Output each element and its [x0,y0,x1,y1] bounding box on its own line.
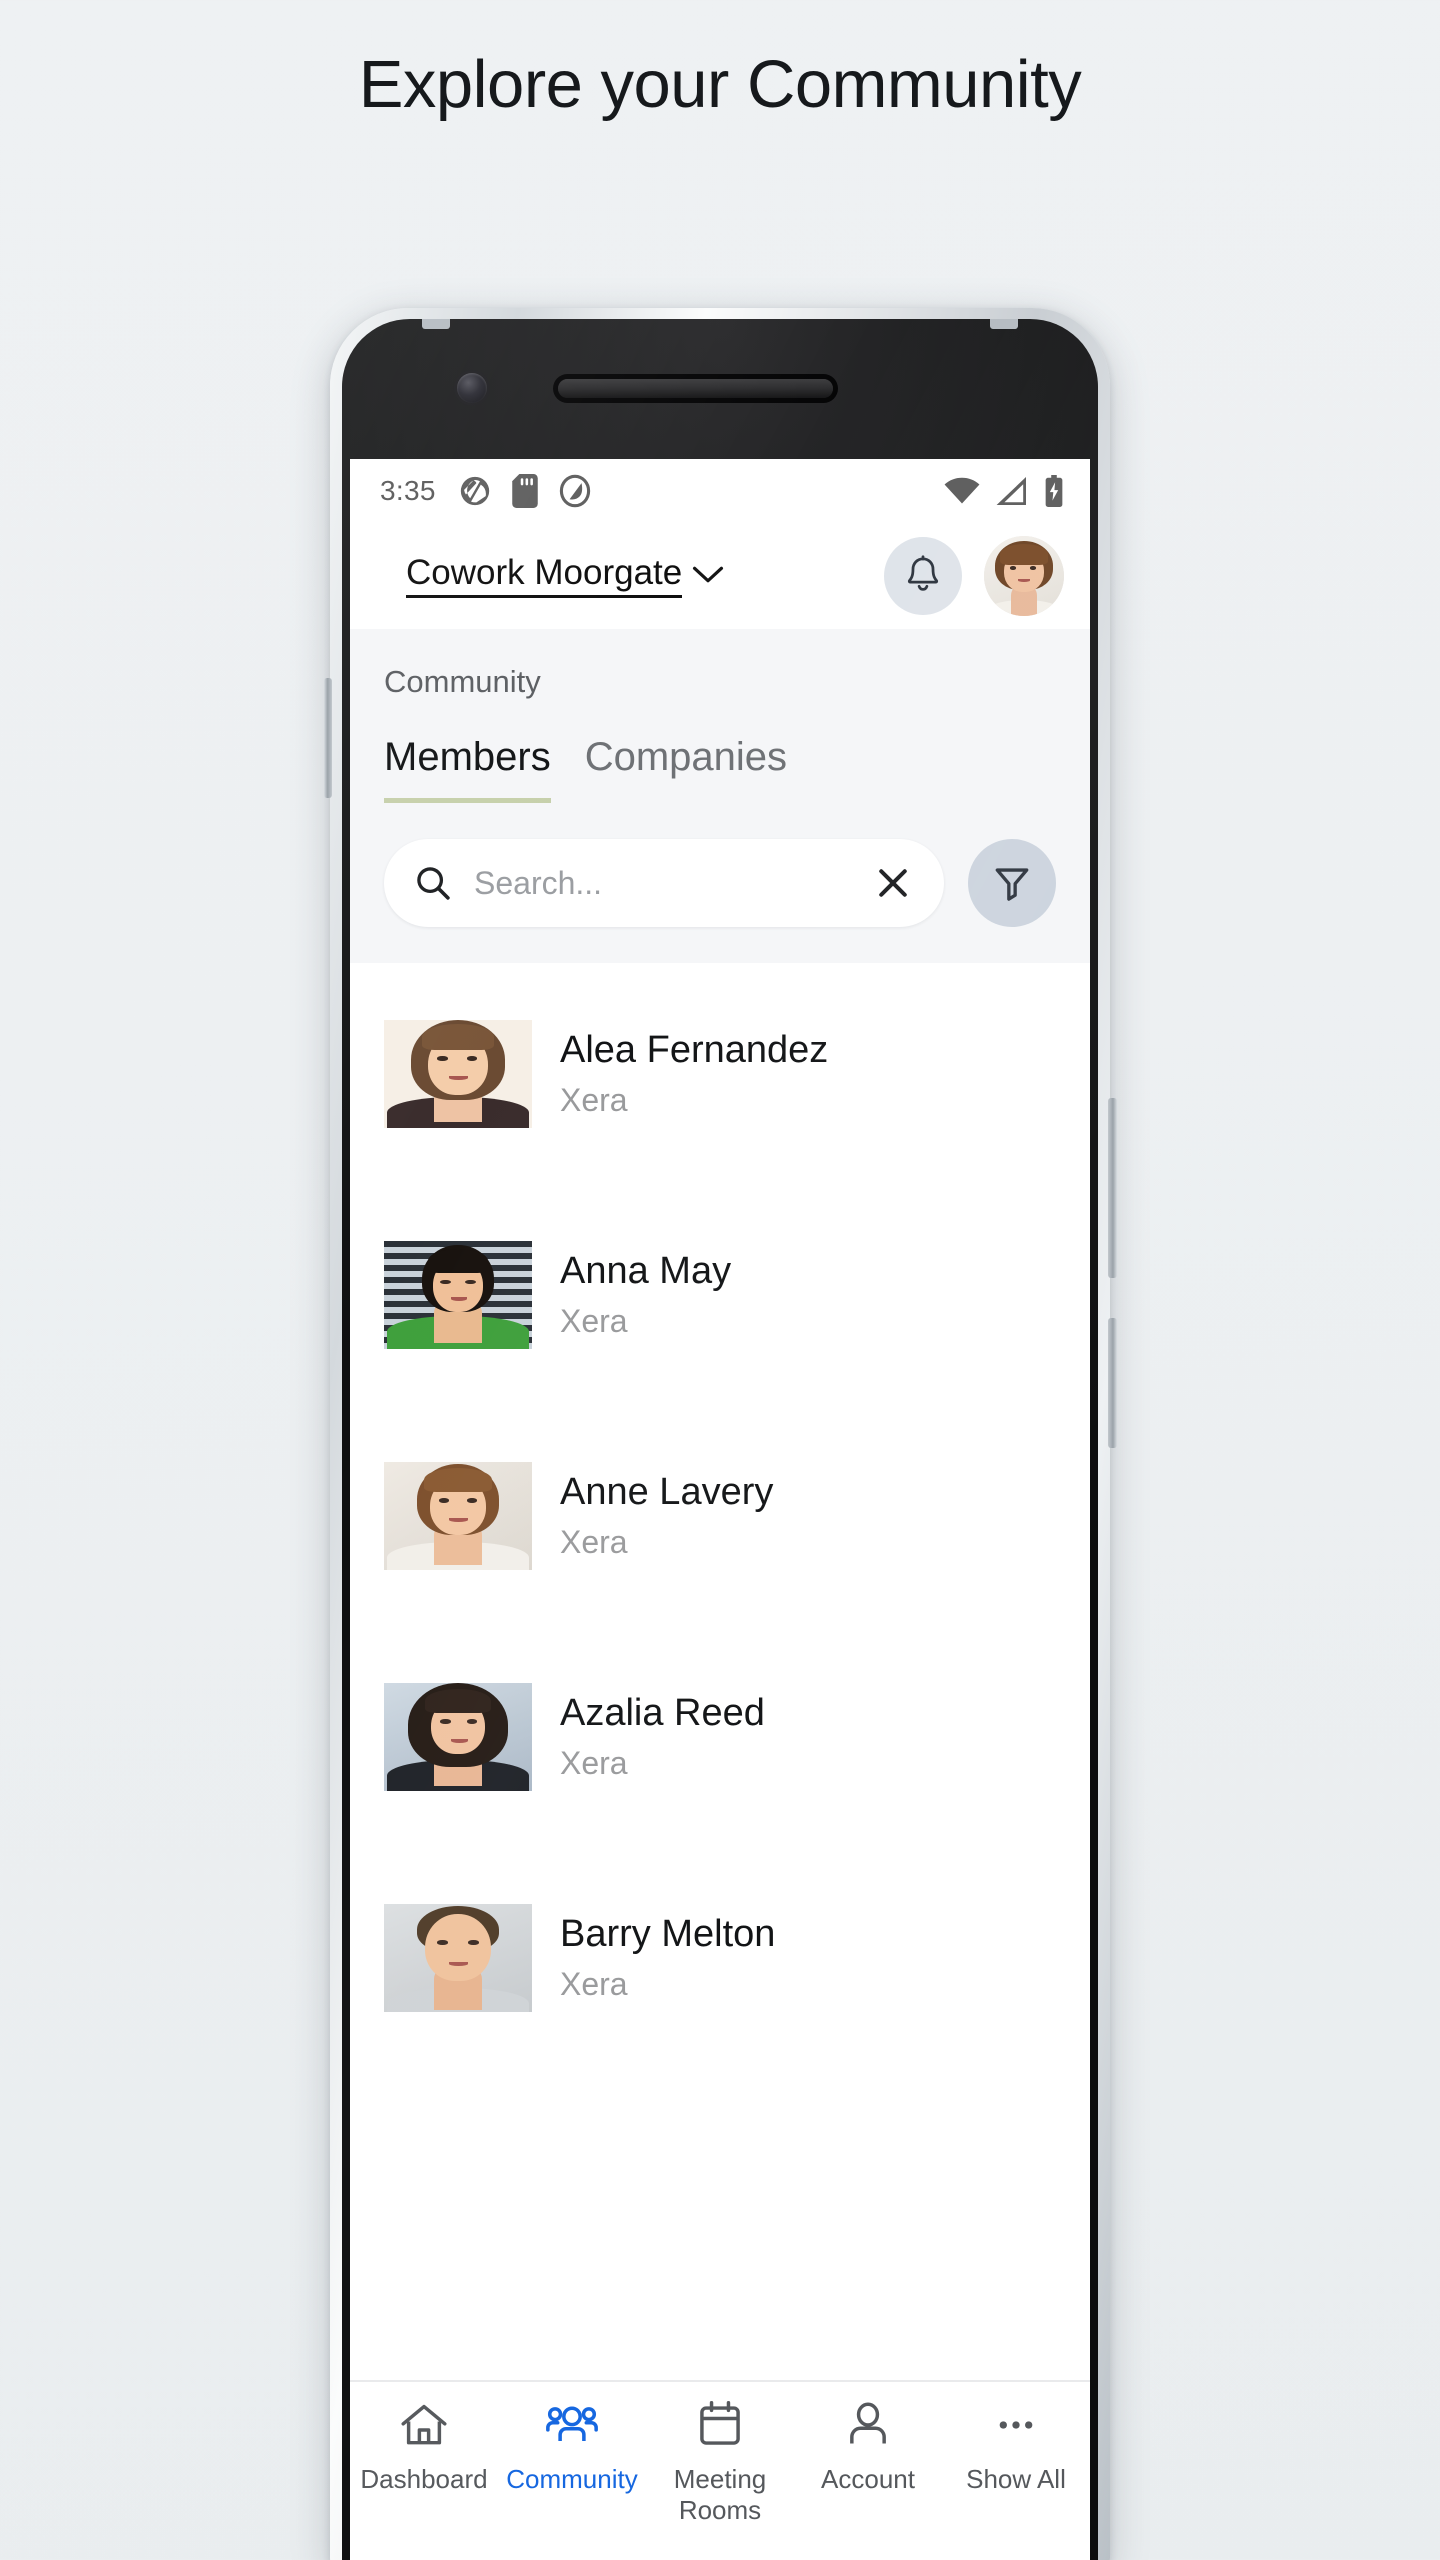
clear-search-button[interactable] [870,860,916,906]
member-thumbnail [384,1903,532,2012]
wifi-icon [944,477,980,504]
nav-item-community[interactable]: Community [498,2400,646,2495]
sd-card-icon [511,474,538,508]
member-company: Xera [560,1965,628,2002]
nav-label: Show All [966,2464,1066,2494]
front-camera-icon [457,373,487,403]
member-info: Barry Melton Xera [560,1912,775,2004]
venue-selector[interactable]: Cowork Moorgate [406,553,724,599]
mute-switch [324,678,332,798]
member-name: Anna May [560,1249,732,1292]
status-bar: 3:35 [350,459,1090,523]
member-portrait [384,1903,532,2012]
filter-button[interactable] [968,839,1056,928]
member-list: Alea Fernandez Xera Anna May Xera Anne L… [350,963,1090,2380]
member-thumbnail [384,1240,532,1349]
chevron-down-icon [693,566,724,583]
tab-companies[interactable]: Companies [585,734,787,803]
battery-charging-icon [1045,475,1063,507]
power-button [1108,1318,1117,1448]
bell-icon [907,555,939,591]
camera-shutter-icon [460,476,489,506]
nav-item-meeting-rooms[interactable]: Meeting Rooms [646,2400,794,2525]
venue-name: Cowork Moorgate [406,553,683,599]
community-section: Community Members Companies Search... [350,629,1090,964]
person-icon [850,2402,886,2444]
member-company: Xera [560,1523,628,1560]
member-company: Xera [560,1744,628,1781]
phone-screen: 3:35 Cowork Moorgate Community Members C… [350,459,1090,2560]
member-name: Alea Fernandez [560,1028,829,1071]
antenna-band-right [990,319,1018,329]
member-info: Anne Lavery Xera [560,1470,773,1562]
nav-item-account[interactable]: Account [794,2400,942,2495]
nav-label: Meeting Rooms [673,2464,767,2525]
filter-funnel-icon [995,868,1029,901]
app-header-actions [884,536,1064,616]
tab-members[interactable]: Members [384,734,551,804]
nav-item-show-all[interactable]: Show All [942,2400,1090,2495]
nav-item-dashboard[interactable]: Dashboard [350,2400,498,2495]
nav-label: Community [506,2464,638,2494]
search-input[interactable]: Search... [384,839,944,928]
ellipsis-icon [999,2421,1033,2429]
member-portrait [384,1682,532,1791]
member-info: Alea Fernandez Xera [560,1028,828,1120]
status-left-icons [458,474,592,508]
search-input-text: Search... [474,864,603,901]
search-icon [417,867,450,900]
status-time: 3:35 [380,475,436,506]
bottom-navigation: Dashboard Community Meeting Rooms Accoun… [350,2380,1090,2560]
cell-signal-icon [996,477,1026,505]
antenna-band-left [422,319,450,329]
avatar[interactable] [984,536,1064,616]
section-title: Community [384,664,541,699]
phone-device-mockup: 3:35 Cowork Moorgate Community Members C… [324,308,1117,2560]
notifications-button[interactable] [884,537,962,615]
list-item[interactable]: Azalia Reed Xera [350,1626,1090,1847]
member-portrait [384,1019,532,1128]
calendar-icon [700,2400,740,2445]
volume-buttons [1108,1098,1117,1278]
member-portrait [384,1461,532,1570]
avatar-portrait [984,536,1064,616]
list-item[interactable]: Barry Melton Xera [350,1847,1090,2068]
earpiece-speaker [558,379,833,398]
device-front-glass: 3:35 Cowork Moorgate Community Members C… [342,319,1098,2560]
member-info: Anna May Xera [560,1249,731,1341]
search-row: Search... [350,803,1090,963]
member-company: Xera [560,1302,628,1339]
home-icon [401,2404,447,2445]
people-icon [546,2406,598,2441]
member-name: Anne Lavery [560,1470,774,1513]
member-portrait [384,1240,532,1349]
member-name: Barry Melton [560,1912,776,1955]
list-item[interactable]: Anne Lavery Xera [350,1405,1090,1626]
page-title: Explore your Community [358,47,1082,122]
close-icon [879,869,907,897]
app-header: Cowork Moorgate [350,523,1090,629]
tab-bar: Members Companies [350,734,1090,804]
member-info: Azalia Reed Xera [560,1691,765,1783]
list-item[interactable]: Alea Fernandez Xera [350,963,1090,1184]
member-thumbnail [384,1019,532,1128]
adobe-icon [559,474,590,508]
status-right-icons [944,475,1064,507]
member-thumbnail [384,1461,532,1570]
nav-label: Dashboard [360,2464,488,2494]
list-item[interactable]: Anna May Xera [350,1184,1090,1405]
member-thumbnail [384,1682,532,1791]
member-company: Xera [560,1081,628,1118]
member-name: Azalia Reed [560,1691,765,1734]
nav-label: Account [821,2464,915,2494]
